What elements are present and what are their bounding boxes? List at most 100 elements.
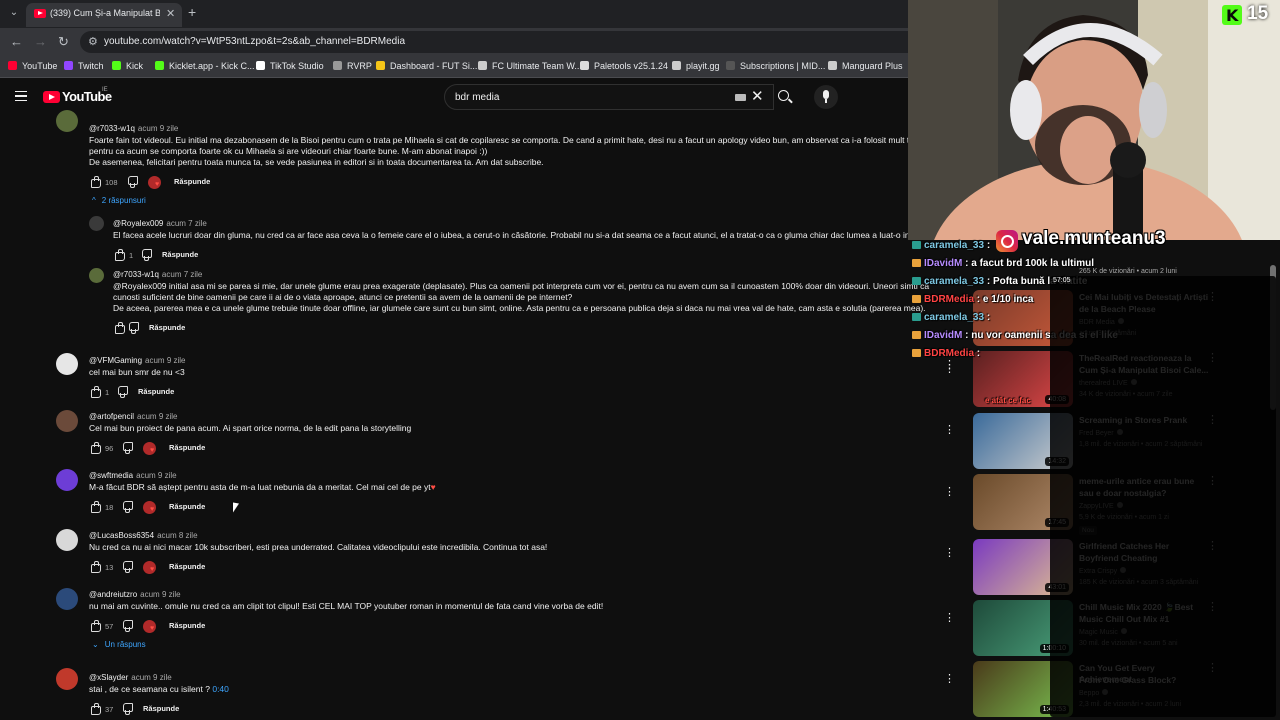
- bookmark-item[interactable]: playit.gg: [672, 61, 720, 71]
- commenter-avatar[interactable]: [89, 268, 104, 283]
- comment-time[interactable]: acum 9 zile: [145, 356, 185, 365]
- more-actions-icon[interactable]: [944, 546, 955, 560]
- bookmark-item[interactable]: Subscriptions | MID...: [726, 61, 825, 71]
- forward-icon[interactable]: →: [34, 34, 47, 49]
- comment-author-name[interactable]: @andreiutzro: [89, 590, 137, 599]
- comment-time[interactable]: acum 7 zile: [166, 219, 206, 228]
- comment-author[interactable]: @LucasBoss6354 acum 8 zile: [89, 531, 198, 540]
- comment-time[interactable]: acum 9 zile: [131, 673, 171, 682]
- like-icon[interactable]: [89, 703, 101, 715]
- like-icon[interactable]: [113, 322, 125, 334]
- commenter-avatar[interactable]: [56, 588, 78, 610]
- commenter-avatar[interactable]: [56, 529, 78, 551]
- clear-search-icon[interactable]: ✕: [751, 87, 764, 105]
- bookmark-item[interactable]: Kick: [112, 61, 143, 71]
- microphone-icon[interactable]: [814, 85, 838, 109]
- comment-author[interactable]: @andreiutzro acum 9 zile: [89, 590, 181, 599]
- comment-author[interactable]: @Royalex009 acum 7 zile: [113, 219, 207, 228]
- dislike-icon[interactable]: [123, 501, 135, 513]
- bookmark-item[interactable]: RVRP: [333, 61, 372, 71]
- dislike-icon[interactable]: [128, 176, 140, 188]
- dislike-icon[interactable]: [123, 442, 135, 454]
- like-icon[interactable]: [113, 249, 125, 261]
- bookmark-item[interactable]: Manguard Plus: [828, 61, 903, 71]
- dislike-icon[interactable]: [118, 386, 130, 398]
- close-tab-icon[interactable]: ✕: [166, 7, 175, 20]
- comment-author-name[interactable]: @xSlayder: [89, 673, 128, 682]
- reply-button[interactable]: Răspunde: [169, 562, 205, 571]
- commenter-avatar[interactable]: [56, 410, 78, 432]
- commenter-avatar[interactable]: [89, 216, 104, 231]
- comment-time[interactable]: acum 9 zile: [136, 471, 176, 480]
- bookmark-item[interactable]: Kicklet.app - Kick C...: [155, 61, 255, 71]
- show-replies-button[interactable]: ^ 2 răspunsuri: [92, 196, 146, 205]
- reply-button[interactable]: Răspunde: [138, 387, 174, 396]
- comment-time[interactable]: acum 8 zile: [157, 531, 197, 540]
- like-icon[interactable]: [89, 386, 101, 398]
- browser-tab-active[interactable]: (339) Cum Și-a Manipulat Bisoi ✕: [26, 3, 182, 27]
- menu-icon[interactable]: [15, 91, 27, 101]
- commenter-avatar[interactable]: [56, 668, 78, 690]
- dislike-icon[interactable]: [123, 703, 135, 715]
- bookmark-item[interactable]: FC Ultimate Team W...: [478, 61, 582, 71]
- search-box[interactable]: ✕: [444, 84, 774, 110]
- reply-button[interactable]: Răspunde: [174, 177, 210, 186]
- comment-author[interactable]: @r7033-w1q acum 9 zile: [89, 124, 178, 133]
- more-actions-icon[interactable]: [944, 485, 955, 499]
- comment-time[interactable]: acum 7 zile: [162, 270, 202, 279]
- comment-time[interactable]: acum 9 zile: [138, 124, 178, 133]
- reply-button[interactable]: Răspunde: [162, 250, 198, 259]
- comment-author-name[interactable]: @LucasBoss6354: [89, 531, 154, 540]
- reply-button[interactable]: Răspunde: [169, 502, 205, 511]
- more-actions-icon[interactable]: [944, 423, 955, 437]
- search-icon[interactable]: [772, 84, 798, 110]
- comment-author[interactable]: @VFMGaming acum 9 zile: [89, 356, 186, 365]
- reply-button[interactable]: Răspunde: [149, 323, 185, 332]
- comment-author[interactable]: @artofpencil acum 9 zile: [89, 412, 178, 421]
- more-actions-icon[interactable]: [944, 611, 955, 625]
- comment-author[interactable]: @r7033-w1q acum 7 zile: [113, 270, 202, 279]
- dislike-icon[interactable]: [123, 561, 135, 573]
- reply-button[interactable]: Răspunde: [143, 704, 179, 713]
- bookmark-item[interactable]: Dashboard - FUT Si...: [376, 61, 477, 71]
- commenter-avatar[interactable]: [56, 469, 78, 491]
- reload-icon[interactable]: ↻: [58, 34, 69, 50]
- tab-search-icon[interactable]: ⌄: [6, 5, 22, 21]
- comment-time[interactable]: acum 9 zile: [137, 412, 177, 421]
- show-replies-button[interactable]: ⌄ Un răspuns: [92, 640, 146, 649]
- comment-author-name[interactable]: @Royalex009: [113, 219, 163, 228]
- comment-author[interactable]: @xSlayder acum 9 zile: [89, 673, 172, 682]
- back-icon[interactable]: ←: [10, 34, 23, 49]
- keyboard-icon[interactable]: [735, 94, 746, 101]
- commenter-avatar[interactable]: [56, 110, 78, 132]
- new-tab-icon[interactable]: +: [188, 4, 196, 20]
- commenter-avatar[interactable]: [56, 353, 78, 375]
- like-icon[interactable]: [89, 442, 101, 454]
- comment-author-name[interactable]: @artofpencil: [89, 412, 134, 421]
- timestamp-link[interactable]: 0:40: [212, 684, 229, 694]
- like-icon[interactable]: [89, 501, 101, 513]
- url-text[interactable]: youtube.com/watch?v=WtP53ntLzpo&t=2s&ab_…: [104, 36, 405, 47]
- comment-author-name[interactable]: @VFMGaming: [89, 356, 142, 365]
- comment-author-name[interactable]: @swftmedia: [89, 471, 133, 480]
- comment-author[interactable]: @swftmedia acum 9 zile: [89, 471, 177, 480]
- comment-author-name[interactable]: @r7033-w1q: [89, 124, 135, 133]
- like-icon[interactable]: [89, 561, 101, 573]
- search-input[interactable]: [455, 90, 725, 104]
- bookmark-item[interactable]: YouTube: [8, 61, 57, 71]
- dislike-icon[interactable]: [142, 249, 154, 261]
- omnibox[interactable]: ⚙ youtube.com/watch?v=WtP53ntLzpo&t=2s&a…: [80, 31, 920, 53]
- dislike-icon[interactable]: [129, 322, 141, 334]
- like-icon[interactable]: [89, 176, 101, 188]
- reply-button[interactable]: Răspunde: [169, 621, 205, 630]
- more-actions-icon[interactable]: [944, 358, 955, 372]
- dislike-icon[interactable]: [123, 620, 135, 632]
- bookmark-item[interactable]: Paletools v25.1.24: [580, 61, 668, 71]
- comment-time[interactable]: acum 9 zile: [140, 590, 180, 599]
- youtube-logo-icon[interactable]: [43, 91, 60, 103]
- bookmark-item[interactable]: TikTok Studio: [256, 61, 324, 71]
- more-actions-icon[interactable]: [944, 672, 955, 686]
- reply-button[interactable]: Răspunde: [169, 443, 205, 452]
- comment-author-name[interactable]: @r7033-w1q: [113, 270, 159, 279]
- site-info-icon[interactable]: ⚙: [88, 35, 98, 48]
